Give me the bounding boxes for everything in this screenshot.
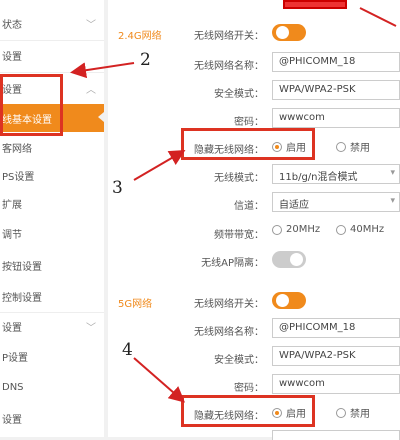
annotation-number-3: 3 bbox=[112, 178, 123, 198]
sidebar-item-label: PS设置 bbox=[2, 171, 35, 183]
field-label: 无线模式： bbox=[214, 173, 264, 184]
hide-disable-radio[interactable]: 禁用 bbox=[336, 139, 370, 154]
sidebar-item-label: 设置 bbox=[2, 414, 22, 426]
section-title-2g: 2.4G网络 bbox=[118, 31, 162, 42]
radio-icon bbox=[336, 407, 346, 418]
field-label: 安全模式： bbox=[214, 355, 264, 366]
wireless-mode-select[interactable]: 11b/g/n混合模式 ▾ bbox=[272, 164, 400, 184]
sidebar-item-wps[interactable]: PS设置 bbox=[0, 162, 104, 188]
channel-select[interactable]: 自适应 ▾ bbox=[272, 192, 400, 212]
sidebar-item-control-settings[interactable]: 控制设置 bbox=[0, 283, 104, 309]
annotation-box-hide-24g bbox=[181, 128, 315, 160]
annotation-number-2: 2 bbox=[140, 50, 151, 70]
radio-label: 40MHz bbox=[350, 224, 385, 235]
sidebar-item-guest-network[interactable]: 客网络 bbox=[0, 134, 104, 160]
sidebar-item-button-settings[interactable]: 按钮设置 bbox=[0, 252, 104, 278]
sidebar-item-status[interactable]: 状态 ﹀ bbox=[0, 10, 104, 36]
wifi5-switch-row: 5G网络 无线网络开关： bbox=[108, 290, 400, 314]
radio-label: 20MHz bbox=[286, 224, 321, 235]
sidebar-item-label: 控制设置 bbox=[2, 292, 42, 304]
sidebar-item-adjust[interactable]: 调节 bbox=[0, 220, 104, 246]
sidebar-item-advanced[interactable]: 设置 ﹀ bbox=[0, 313, 104, 339]
sidebar-item-dns[interactable]: DNS bbox=[0, 374, 104, 400]
ssid-input[interactable]: @PHICOMM_18 bbox=[272, 318, 400, 338]
field-label: 无线网络名称： bbox=[194, 327, 264, 338]
active-pointer-icon bbox=[98, 112, 104, 122]
radio-label: 禁用 bbox=[350, 143, 370, 154]
annotation-box-sidebar bbox=[0, 74, 63, 136]
field-label: 无线网络开关： bbox=[194, 299, 264, 310]
sidebar-item-label: DNS bbox=[2, 381, 24, 393]
wifi24-ssid-row: 无线网络名称： @PHICOMM_18 bbox=[108, 52, 400, 76]
field-label: 密码： bbox=[234, 383, 264, 394]
wifi5-ssid-row: 无线网络名称： @PHICOMM_18 bbox=[108, 318, 400, 342]
sidebar-item-ip-settings[interactable]: P设置 bbox=[0, 343, 104, 369]
security-mode-select[interactable]: WPA/WPA2-PSK bbox=[272, 80, 400, 100]
sidebar-item-label: 状态 bbox=[2, 19, 22, 31]
wireless-settings-panel: 2.4G网络 无线网络开关： 无线网络名称： @PHICOMM_18 安全模式：… bbox=[108, 0, 400, 440]
password-input[interactable]: wwwcom bbox=[272, 374, 400, 394]
wifi24-security-row: 安全模式： WPA/WPA2-PSK bbox=[108, 80, 400, 104]
ap-isolation-toggle[interactable] bbox=[272, 251, 306, 268]
sidebar-item-label: 调节 bbox=[2, 229, 22, 241]
wifi24-switch-toggle[interactable] bbox=[272, 24, 306, 41]
chevron-up-icon: ︿ bbox=[86, 84, 96, 96]
sidebar: 状态 ﹀ 设置 设置 ︿ 线基本设置 客网络 PS设置 扩展 调节 按钮设置 控… bbox=[0, 0, 104, 437]
select-value: 自适应 bbox=[279, 200, 309, 211]
wifi24-channel-row: 信道： 自适应 ▾ bbox=[108, 192, 400, 216]
radio-icon bbox=[336, 224, 346, 235]
select-value: WPA/WPA2-PSK bbox=[279, 84, 356, 95]
sidebar-item-label: 设置 bbox=[2, 322, 22, 334]
chevron-down-icon: ﹀ bbox=[86, 322, 96, 334]
section-title-5g: 5G网络 bbox=[118, 299, 153, 310]
field-label: 无线网络开关： bbox=[194, 31, 264, 42]
field-label: 安全模式： bbox=[214, 89, 264, 100]
field-label: 信道： bbox=[234, 201, 264, 212]
radio-icon bbox=[336, 141, 346, 152]
field-label: 密码： bbox=[234, 117, 264, 128]
bandwidth-40-radio[interactable]: 40MHz bbox=[336, 224, 384, 235]
hide-disable-radio[interactable]: 禁用 bbox=[336, 405, 370, 420]
field-label: 无线网络名称： bbox=[194, 61, 264, 72]
password-input[interactable]: wwwcom bbox=[272, 108, 400, 128]
wifi24-switch-row: 2.4G网络 无线网络开关： bbox=[108, 22, 400, 46]
sidebar-item-label: 扩展 bbox=[2, 199, 22, 211]
select-value: WPA/WPA2-PSK bbox=[279, 350, 356, 361]
highlighted-top-button[interactable] bbox=[283, 0, 347, 9]
security-mode-select[interactable]: WPA/WPA2-PSK bbox=[272, 346, 400, 366]
annotation-box-hide-5g bbox=[181, 395, 315, 427]
chevron-down-icon: ﹀ bbox=[86, 19, 96, 31]
sidebar-item-label: P设置 bbox=[2, 352, 29, 364]
ssid-input[interactable]: @PHICOMM_18 bbox=[272, 52, 400, 72]
bandwidth-20-radio[interactable]: 20MHz bbox=[272, 224, 320, 235]
field-label: 频带带宽： bbox=[214, 230, 264, 241]
wifi5-mode-select-partial[interactable] bbox=[272, 430, 400, 440]
wifi5-switch-toggle[interactable] bbox=[272, 292, 306, 309]
radio-icon bbox=[272, 224, 282, 235]
dropdown-icon: ▾ bbox=[390, 168, 395, 178]
sidebar-item-settings[interactable]: 设置 bbox=[0, 42, 104, 68]
radio-label: 禁用 bbox=[350, 409, 370, 420]
wifi24-isolation-row: 无线AP隔离： bbox=[108, 249, 400, 273]
sidebar-item-label: 按钮设置 bbox=[2, 261, 42, 273]
dropdown-icon: ▾ bbox=[390, 196, 395, 206]
field-label: 无线AP隔离： bbox=[201, 258, 264, 269]
wifi24-mode-row: 无线模式： 11b/g/n混合模式 ▾ bbox=[108, 164, 400, 188]
sidebar-item-label: 客网络 bbox=[2, 143, 32, 155]
select-value: 11b/g/n混合模式 bbox=[279, 172, 358, 183]
sidebar-item-other-settings[interactable]: 设置 bbox=[0, 405, 104, 431]
annotation-number-4: 4 bbox=[122, 340, 133, 360]
sidebar-item-label: 设置 bbox=[2, 51, 22, 63]
wifi24-bandwidth-row: 频带带宽： 20MHz 40MHz bbox=[108, 221, 400, 245]
wifi5-security-row: 安全模式： WPA/WPA2-PSK bbox=[108, 346, 400, 370]
sidebar-item-extend[interactable]: 扩展 bbox=[0, 190, 104, 216]
